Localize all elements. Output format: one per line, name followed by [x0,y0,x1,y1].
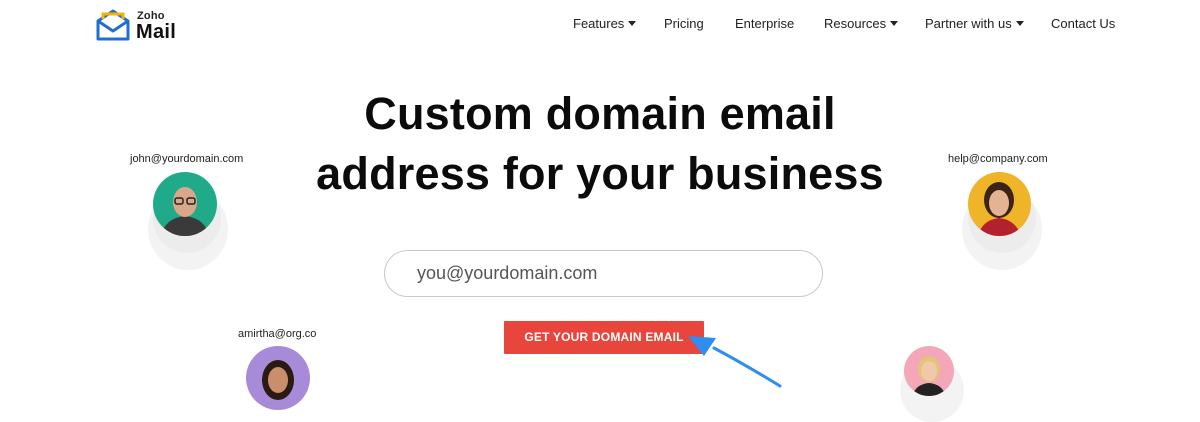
persona-email: john@yourdomain.com [130,153,244,165]
nav-enterprise[interactable]: Enterprise [735,16,794,31]
person-icon [153,172,217,236]
caret-down-icon [1015,21,1024,26]
avatar [904,346,954,396]
hero-title-line1: Custom domain email [364,88,836,139]
persona-fourth [890,340,970,422]
nav-pricing[interactable]: Pricing [664,16,704,31]
avatar [968,172,1031,236]
persona-amirtha: amirtha@org.co [225,325,335,410]
person-icon [246,346,310,410]
avatar [246,346,310,410]
persona-john: john@yourdomain.com [120,150,260,280]
nav-features-label: Features [573,16,625,31]
pointer-arrow-icon [688,336,782,388]
person-icon [968,172,1031,236]
caret-down-icon [628,21,637,26]
nav-resources-label: Resources [824,16,887,31]
nav-partner-label: Partner with us [925,16,1012,31]
nav-features[interactable]: Features [573,16,637,31]
nav-enterprise-label: Enterprise [735,16,795,31]
hero-title: Custom domain email address for your bus… [300,84,900,204]
caret-down-icon [890,21,899,26]
nav-contact-label: Contact Us [1051,16,1116,31]
persona-email: help@company.com [948,153,1048,165]
nav-pricing-label: Pricing [664,16,704,31]
get-domain-email-button[interactable]: GET YOUR DOMAIN EMAIL [504,321,704,354]
nav-resources[interactable]: Resources [824,16,899,31]
persona-email: amirtha@org.co [238,328,317,340]
persona-help: help@company.com [940,150,1080,280]
nav-partner[interactable]: Partner with us [925,16,1024,31]
domain-email-input[interactable] [384,250,823,297]
main-nav: Features Pricing Enterprise Resources Pa… [0,16,1200,36]
avatar [153,172,217,236]
person-icon [904,346,954,396]
hero-title-line2: address for your business [316,148,884,199]
nav-contact[interactable]: Contact Us [1051,16,1115,31]
